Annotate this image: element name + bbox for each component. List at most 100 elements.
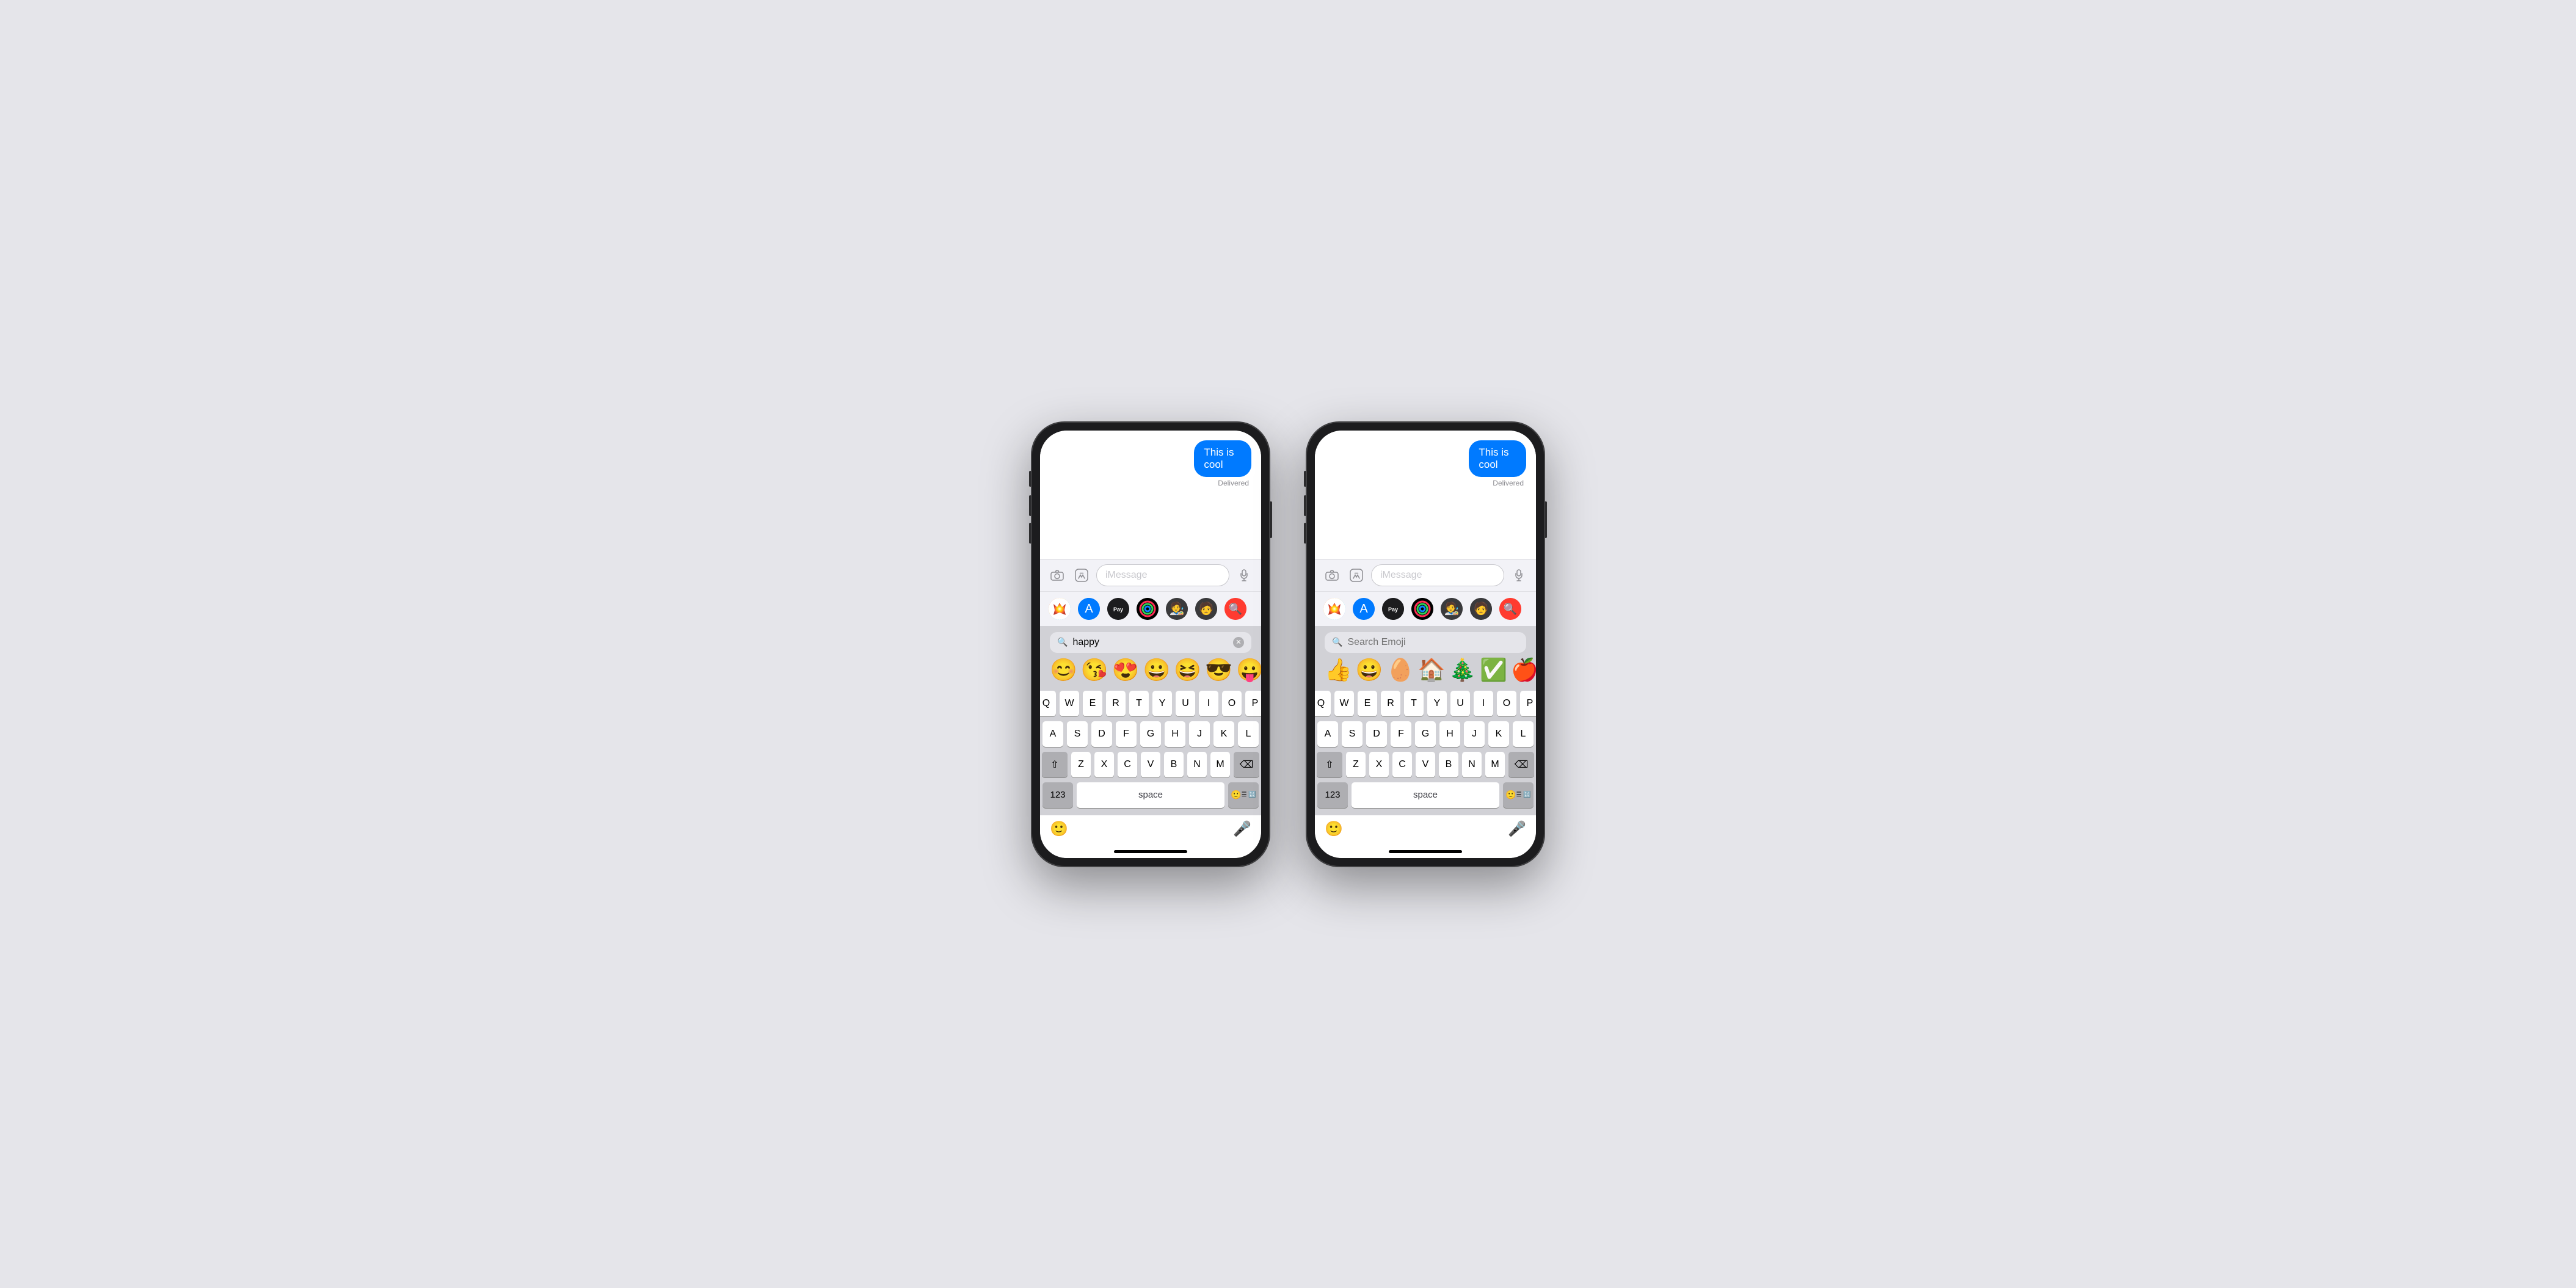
key-D-right[interactable]: D	[1366, 721, 1387, 747]
shift-key-left[interactable]: ⇧	[1042, 752, 1068, 777]
shift-key-right[interactable]: ⇧	[1317, 752, 1342, 777]
numbers-key-left[interactable]: 123	[1042, 782, 1073, 808]
emoji-result-1-right[interactable]: 😀	[1356, 659, 1383, 681]
clear-search-left[interactable]: ✕	[1233, 637, 1244, 648]
key-O-right[interactable]: O	[1497, 691, 1516, 716]
key-T-left[interactable]: T	[1129, 691, 1149, 716]
emoji-bottom-icon-right[interactable]: 🙂	[1325, 820, 1343, 838]
camera-icon-left[interactable]	[1047, 566, 1067, 585]
power-button-right[interactable]	[1545, 501, 1547, 538]
space-key-left[interactable]: space	[1077, 782, 1224, 808]
mic-bottom-icon-left[interactable]: 🎤	[1233, 820, 1251, 838]
key-K-left[interactable]: K	[1213, 721, 1234, 747]
numbers-key-right[interactable]: 123	[1317, 782, 1348, 808]
message-input-right[interactable]: iMessage	[1371, 564, 1504, 586]
key-C-left[interactable]: C	[1118, 752, 1137, 777]
key-G-left[interactable]: G	[1140, 721, 1161, 747]
emoji-result-1-left[interactable]: 😘	[1081, 659, 1108, 681]
key-S-right[interactable]: S	[1342, 721, 1363, 747]
key-L-right[interactable]: L	[1513, 721, 1534, 747]
key-M-left[interactable]: M	[1210, 752, 1230, 777]
key-T-right[interactable]: T	[1404, 691, 1424, 716]
emoji-result-2-right[interactable]: 🥚	[1387, 659, 1414, 681]
emoji-result-6-right[interactable]: 🍎	[1511, 659, 1536, 681]
mute-button-left[interactable]	[1029, 471, 1031, 487]
key-U-left[interactable]: U	[1176, 691, 1195, 716]
appstore-icon-left[interactable]	[1072, 566, 1091, 585]
appstore-app-right[interactable]: A	[1353, 598, 1375, 620]
fitness-app-right[interactable]	[1411, 598, 1433, 620]
appstore-icon-right[interactable]	[1347, 566, 1366, 585]
audio-icon-right[interactable]	[1509, 566, 1529, 585]
mic-bottom-icon-right[interactable]: 🎤	[1508, 820, 1526, 838]
key-Y-left[interactable]: Y	[1152, 691, 1172, 716]
search-app-right[interactable]: 🔍	[1499, 598, 1521, 620]
key-X-left[interactable]: X	[1094, 752, 1114, 777]
key-M-right[interactable]: M	[1485, 752, 1505, 777]
key-Z-left[interactable]: Z	[1071, 752, 1091, 777]
key-H-right[interactable]: H	[1439, 721, 1460, 747]
emoji-bottom-icon-left[interactable]: 🙂	[1050, 820, 1068, 838]
message-input-left[interactable]: iMessage	[1096, 564, 1229, 586]
key-V-right[interactable]: V	[1416, 752, 1435, 777]
delete-key-right[interactable]: ⌫	[1508, 752, 1534, 777]
key-W-left[interactable]: W	[1060, 691, 1079, 716]
emoji-key-left[interactable]: 🙂☰ 🔣	[1228, 782, 1259, 808]
camera-icon-right[interactable]	[1322, 566, 1342, 585]
key-S-left[interactable]: S	[1067, 721, 1088, 747]
key-H-left[interactable]: H	[1165, 721, 1185, 747]
key-Q-right[interactable]: Q	[1315, 691, 1331, 716]
memoji-app-left[interactable]: 🧑‍🎨	[1166, 598, 1188, 620]
key-P-right[interactable]: P	[1520, 691, 1536, 716]
key-B-left[interactable]: B	[1164, 752, 1184, 777]
emoji-result-3-right[interactable]: 🏠	[1417, 659, 1445, 681]
key-K-right[interactable]: K	[1488, 721, 1509, 747]
emoji-result-2-left[interactable]: 😍	[1112, 659, 1140, 681]
emoji-search-input-right[interactable]	[1347, 637, 1519, 648]
volume-down-left[interactable]	[1029, 523, 1031, 544]
key-R-right[interactable]: R	[1381, 691, 1400, 716]
key-R-left[interactable]: R	[1106, 691, 1126, 716]
key-P-left[interactable]: P	[1245, 691, 1261, 716]
key-O-left[interactable]: O	[1222, 691, 1242, 716]
applepay-app-left[interactable]: Pay	[1107, 598, 1129, 620]
emoji-result-3-left[interactable]: 😀	[1143, 659, 1170, 681]
emoji-result-4-left[interactable]: 😆	[1174, 659, 1201, 681]
key-J-left[interactable]: J	[1189, 721, 1210, 747]
key-N-left[interactable]: N	[1187, 752, 1207, 777]
key-G-right[interactable]: G	[1415, 721, 1436, 747]
key-J-right[interactable]: J	[1464, 721, 1485, 747]
key-E-right[interactable]: E	[1358, 691, 1377, 716]
key-A-right[interactable]: A	[1317, 721, 1338, 747]
emoji-result-4-right[interactable]: 🎄	[1449, 659, 1476, 681]
emoji-result-0-right[interactable]: 👍	[1325, 659, 1352, 681]
emoji-result-5-right[interactable]: ✅	[1480, 659, 1507, 681]
key-X-right[interactable]: X	[1369, 752, 1389, 777]
key-A-left[interactable]: A	[1042, 721, 1063, 747]
power-button-left[interactable]	[1270, 501, 1272, 538]
key-U-right[interactable]: U	[1450, 691, 1470, 716]
applepay-app-right[interactable]: Pay	[1382, 598, 1404, 620]
fitness-app-left[interactable]	[1137, 598, 1159, 620]
key-Q-left[interactable]: Q	[1040, 691, 1056, 716]
emoji-search-input-left[interactable]	[1072, 637, 1228, 648]
key-E-left[interactable]: E	[1083, 691, 1102, 716]
key-L-left[interactable]: L	[1238, 721, 1259, 747]
key-W-right[interactable]: W	[1334, 691, 1354, 716]
key-B-right[interactable]: B	[1439, 752, 1458, 777]
key-D-left[interactable]: D	[1091, 721, 1112, 747]
photos-app-left[interactable]	[1049, 598, 1071, 620]
volume-up-right[interactable]	[1304, 495, 1306, 516]
key-I-right[interactable]: I	[1474, 691, 1493, 716]
search-app-left[interactable]: 🔍	[1224, 598, 1246, 620]
key-Z-right[interactable]: Z	[1346, 752, 1366, 777]
audio-icon-left[interactable]	[1234, 566, 1254, 585]
key-N-right[interactable]: N	[1462, 752, 1482, 777]
emoji-result-5-left[interactable]: 😎	[1205, 659, 1232, 681]
memoji-app-right[interactable]: 🧑‍🎨	[1441, 598, 1463, 620]
delete-key-left[interactable]: ⌫	[1234, 752, 1259, 777]
key-V-left[interactable]: V	[1141, 752, 1160, 777]
volume-up-left[interactable]	[1029, 495, 1031, 516]
key-I-left[interactable]: I	[1199, 691, 1218, 716]
photos-app-right[interactable]	[1323, 598, 1345, 620]
